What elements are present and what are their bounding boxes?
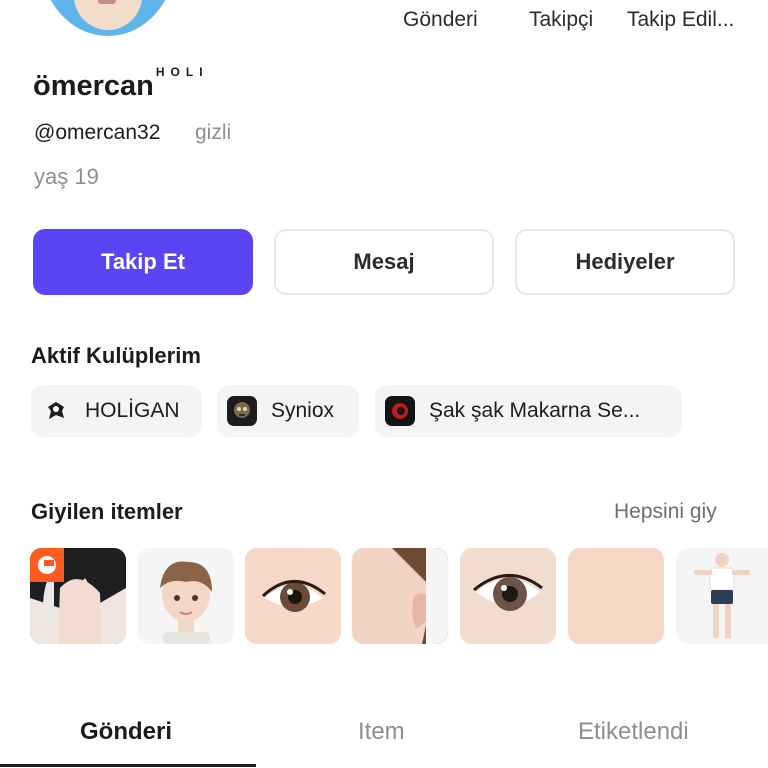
avatar-face — [74, 0, 142, 30]
club-chip-holigan[interactable]: HOLİGAN — [31, 385, 202, 437]
worn-items-title: Giyilen itemler — [31, 499, 183, 524]
club-label: Şak şak Makarna Se... — [429, 399, 641, 422]
tab-tagged[interactable]: Etiketlendi — [578, 718, 689, 746]
worn-item-head-thumb[interactable] — [138, 548, 234, 644]
age-label: yaş 19 — [34, 164, 99, 189]
worn-item-ear-thumb[interactable] — [352, 548, 448, 644]
gifts-button[interactable]: Hediyeler — [515, 229, 735, 295]
syniox-club-icon — [227, 396, 257, 426]
follow-button[interactable]: Takip Et — [33, 229, 253, 295]
worn-item-eyes-thumb[interactable] — [245, 548, 341, 644]
club-chip-syniox[interactable]: Syniox — [217, 385, 359, 437]
clubs-section-title: Aktif Kulüplerim — [31, 343, 201, 368]
avatar[interactable] — [40, 0, 176, 36]
privacy-label: gizli — [195, 121, 232, 144]
holigan-club-icon — [41, 396, 71, 426]
worn-item-skin-thumb[interactable] — [568, 548, 664, 644]
wear-all-link[interactable]: Hepsini giy — [614, 500, 717, 524]
active-tab-indicator — [0, 764, 256, 767]
sak-sak-club-icon — [385, 396, 415, 426]
display-name: ömercan HOLI — [33, 65, 209, 103]
tab-posts[interactable]: Gönderi — [80, 718, 172, 746]
avatar-lips — [98, 0, 116, 4]
worn-item-body-thumb[interactable] — [676, 548, 768, 644]
followers-stat-label[interactable]: Takipçi — [529, 8, 593, 32]
message-button[interactable]: Mesaj — [274, 229, 494, 295]
club-chip-sak-sak[interactable]: Şak şak Makarna Se... — [375, 385, 682, 437]
following-stat-label[interactable]: Takip Edil... — [627, 8, 734, 32]
club-label: Syniox — [271, 399, 335, 422]
club-label: HOLİGAN — [85, 399, 180, 422]
posts-stat-label[interactable]: Gönderi — [403, 8, 478, 32]
worn-item-eyes-alt-thumb[interactable] — [460, 548, 556, 644]
name-badge: HOLI — [155, 65, 209, 80]
worn-item-hair-thumb[interactable] — [30, 548, 126, 644]
tab-items[interactable]: Item — [358, 718, 405, 746]
username-handle: @omercan32 — [34, 121, 161, 144]
display-name-text: ömercan — [33, 70, 154, 102]
